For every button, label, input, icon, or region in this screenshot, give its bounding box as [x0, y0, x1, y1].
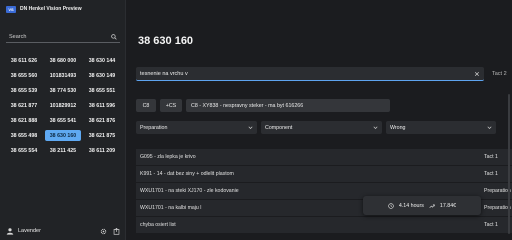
list-item[interactable]: chyba osiert list Tact 1	[136, 217, 512, 234]
chevron-down-icon	[248, 126, 253, 129]
sidebar-item[interactable]: 38 655 539	[6, 85, 42, 96]
main-panel: 38 630 160 Tact 2 C8 +CS C8 - XY838 - ne…	[126, 0, 512, 240]
chevron-down-icon	[373, 126, 378, 129]
user-icon[interactable]	[6, 227, 14, 235]
sidebar-item[interactable]: 38 630 144	[84, 55, 120, 66]
sidebar-item[interactable]: 38 621 875	[84, 130, 120, 141]
sidebar-item[interactable]: 38 621 876	[84, 115, 120, 126]
sidebar-item[interactable]: 38 621 888	[6, 115, 42, 126]
trend-up-icon	[429, 204, 435, 208]
description-input[interactable]	[140, 70, 475, 77]
search-box[interactable]	[6, 31, 120, 43]
amount-value: 17.84€	[439, 202, 457, 209]
status-select-value: Wrong	[390, 124, 406, 131]
sidebar-item[interactable]: 38 655 554	[6, 145, 42, 156]
title-bar: VS DN Henkel Vision Preview	[0, 0, 125, 18]
app-logo: VS	[6, 5, 16, 13]
search-icon[interactable]	[111, 33, 117, 40]
search-input[interactable]	[9, 33, 109, 40]
sidebar-item[interactable]: 38 611 596	[84, 100, 120, 111]
selected-number-title: 38 630 160	[138, 35, 194, 47]
app-title: DN Henkel Vision Preview	[20, 6, 82, 12]
chip-c8[interactable]: C8	[136, 99, 156, 112]
sidebar-item[interactable]: 38 630 149	[84, 70, 120, 81]
description-input-box[interactable]	[136, 67, 484, 81]
list-item[interactable]: K991 - 14 - dat bez siny + odlelit plast…	[136, 166, 512, 183]
sidebar-item[interactable]: 38 621 877	[6, 100, 42, 111]
defect-list: G095 - zla lepka je krivo Tact 1 K991 - 14…	[136, 149, 512, 234]
list-item[interactable]: G095 - zla lepka je krivo Tact 1	[136, 149, 512, 166]
close-icon[interactable]	[474, 71, 480, 77]
list-item-description: chyba osiert list	[140, 222, 176, 228]
sidebar-item[interactable]: 101831493	[45, 70, 81, 81]
chip-defect-code[interactable]: C8 - XY838 - nespravny steker - ma byt 6…	[186, 99, 390, 112]
gear-icon[interactable]	[100, 228, 107, 235]
chip-cs[interactable]: +CS	[160, 99, 182, 112]
select-row: Preparation Component Wrong	[136, 121, 496, 134]
scrollbar[interactable]	[508, 94, 510, 234]
item-grid: 38 611 626 38 680 000 38 630 144 38 655 560…	[6, 55, 120, 156]
list-item-description: G095 - zla lepka je krivo	[140, 154, 196, 160]
sidebar-item[interactable]: 38 630 160	[45, 130, 81, 141]
list-item-description: WXU1701 - na steki XJ170 - zle kodovanie	[140, 188, 239, 194]
sidebar-item[interactable]: 38 655 560	[6, 70, 42, 81]
sidebar-item[interactable]: 38 680 000	[45, 55, 81, 66]
sidebar-item[interactable]: 38 211 425	[45, 145, 81, 156]
chevron-down-icon	[487, 126, 492, 129]
hours-value: 4.14 hours	[398, 202, 424, 209]
category-select-value: Preparation	[140, 124, 168, 131]
sidebar-footer: Lavender	[0, 222, 126, 240]
summary-toast: 4.14 hours 17.84€	[363, 196, 481, 215]
export-icon[interactable]	[113, 227, 120, 235]
type-select[interactable]: Component	[261, 121, 382, 134]
sidebar: VS DN Henkel Vision Preview 38 611 62638…	[0, 0, 126, 240]
sidebar-item[interactable]: 38 611 626	[6, 55, 42, 66]
sidebar-item[interactable]: 38 611 209	[84, 145, 120, 156]
type-select-value: Component	[265, 124, 293, 131]
tact-tag[interactable]: Tact 2	[492, 71, 507, 77]
chip-row: C8 +CS C8 - XY838 - nespravny steker - m…	[136, 99, 390, 112]
sidebar-item[interactable]: 38 655 541	[45, 115, 81, 126]
user-name[interactable]: Lavender	[18, 228, 94, 234]
list-item-description: K991 - 14 - dat bez siny + odlelit plast…	[140, 171, 234, 177]
sidebar-item[interactable]: 38 774 530	[45, 85, 81, 96]
sidebar-item[interactable]: 38 655 551	[84, 85, 120, 96]
clock-icon	[388, 202, 394, 209]
sidebar-item[interactable]: 101829912	[45, 100, 81, 111]
category-select[interactable]: Preparation	[136, 121, 257, 134]
status-select[interactable]: Wrong	[386, 121, 496, 134]
sidebar-item[interactable]: 38 655 498	[6, 130, 42, 141]
